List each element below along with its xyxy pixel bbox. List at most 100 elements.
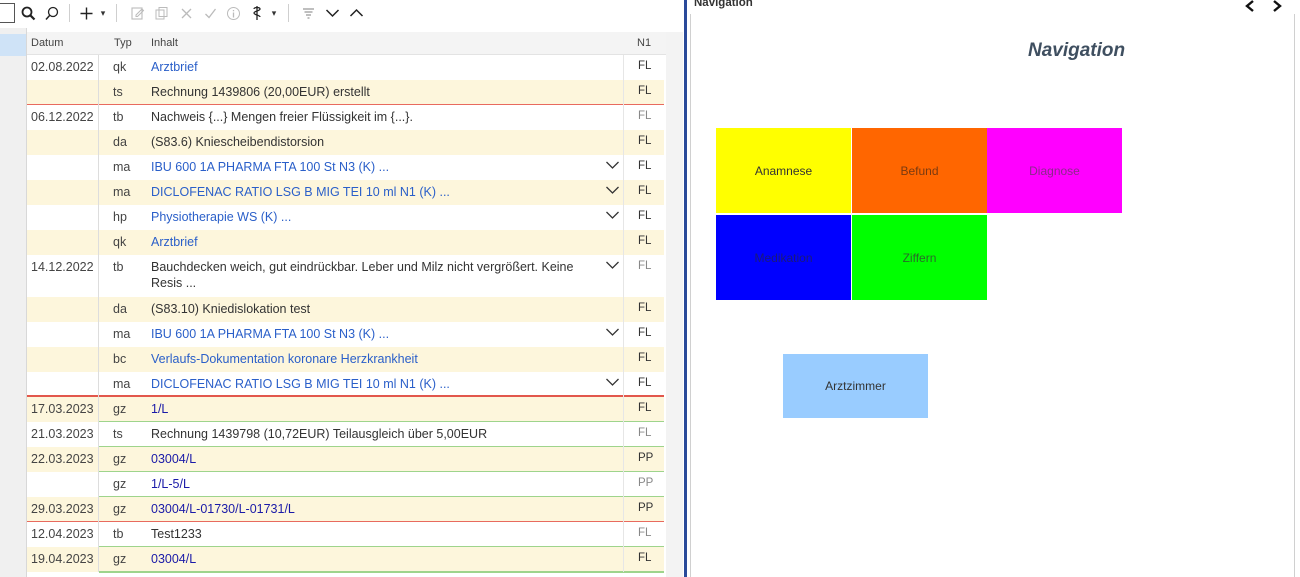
table-row[interactable]: 29.03.2023 gz 03004/L-01730/L-01731/L PP (27, 497, 664, 522)
cell-datum: 06.12.2022 (31, 110, 94, 124)
table-row[interactable]: ma IBU 600 1A PHARMA FTA 100 St N3 (K) ..… (27, 322, 664, 347)
table-row[interactable]: 14.12.2022 tb Bauchdecken weich, gut eindr… (27, 255, 664, 297)
table-row[interactable]: ma DICLOFENAC RATIO LSG B MIG TEI 10 ml N… (27, 180, 664, 205)
chevron-down-icon[interactable] (323, 4, 341, 22)
cell-inhalt[interactable]: DICLOFENAC RATIO LSG B MIG TEI 10 ml N1 … (151, 184, 606, 200)
table-row[interactable]: 17.03.2023 gz 1/L FL (27, 397, 664, 422)
table-row[interactable]: hp Physiotherapie WS (K) ... FL (27, 205, 664, 230)
cell-inhalt: 1/L (151, 402, 169, 416)
cell-inhalt: (S83.6) Kniescheibendistorsion (151, 135, 325, 149)
toolbar-separator (288, 4, 289, 22)
cell-n1: FL (638, 552, 652, 564)
cell-typ: ma (113, 160, 131, 174)
search-alt-icon[interactable] (43, 4, 61, 22)
tile-anamnese[interactable]: Anamnese (716, 128, 851, 213)
cell-inhalt: 03004/L (151, 452, 197, 466)
panel-divider[interactable] (684, 0, 687, 577)
table-row[interactable]: da (S83.6) Kniescheibendistorsion FL (27, 130, 664, 155)
tile-arztzimmer[interactable]: Arztzimmer (783, 354, 928, 418)
table-row[interactable]: ma IBU 600 1A PHARMA FTA 100 St N3 (K) ..… (27, 155, 664, 180)
cell-typ: da (113, 302, 127, 316)
cell-n1: FL (638, 60, 652, 72)
cell-inhalt[interactable]: DICLOFENAC RATIO LSG B MIG TEI 10 ml N1 … (151, 376, 606, 392)
cell-inhalt: Nachweis {...} Mengen freier Flüssigkeit… (151, 110, 413, 124)
cell-inhalt[interactable]: IBU 600 1A PHARMA FTA 100 St N3 (K) ... (151, 159, 606, 175)
delete-icon[interactable] (177, 4, 195, 22)
document-grid: Datum Typ Inhalt N1 02.08.2022 qk Arztbrie… (27, 32, 666, 577)
table-row[interactable]: 21.03.2023 ts Rechnung 1439798 (10,72EUR) … (27, 422, 664, 447)
tile-diagnose[interactable]: Diagnose (987, 128, 1122, 213)
cell-n1: PP (638, 502, 654, 514)
expand-chevron-icon[interactable] (605, 326, 620, 340)
cell-typ: gz (113, 502, 127, 516)
expand-chevron-icon[interactable] (605, 376, 620, 390)
table-row[interactable]: 22.03.2023 gz 03004/L PP (27, 447, 664, 472)
cell-datum: 21.03.2023 (31, 427, 94, 441)
column-header-n1[interactable]: N1 (637, 37, 651, 49)
table-row[interactable]: ma DICLOFENAC RATIO LSG B MIG TEI 10 ml N… (27, 372, 664, 397)
table-row[interactable]: 06.12.2022 tb Nachweis {...} Mengen freier… (27, 105, 664, 130)
sign-icon[interactable] (248, 4, 266, 22)
cell-n1: FL (638, 185, 652, 197)
table-row[interactable]: 02.08.2022 qk Arztbrief FL (27, 55, 664, 80)
dropdown-icon[interactable]: ▾ (97, 4, 109, 22)
cell-typ: ma (113, 377, 131, 391)
table-row[interactable]: 12.04.2023 tb Test1233 FL (27, 522, 664, 547)
check-icon[interactable] (201, 4, 219, 22)
cell-inhalt[interactable]: Verlaufs-Dokumentation koronare Herzkran… (151, 351, 606, 367)
tile-medikation[interactable]: Medikation (716, 215, 851, 300)
cell-n1: FL (638, 327, 652, 339)
quick-input[interactable] (0, 3, 15, 23)
expand-chevron-icon[interactable] (605, 209, 620, 223)
cell-inhalt: Test1233 (151, 527, 202, 541)
table-row[interactable]: gz 1/L-5/L PP (27, 472, 664, 497)
document-list-panel: ▾ ▾ Datum Typ Inhalt N1 02.08.2022 qk Ar… (0, 0, 684, 577)
column-header-inhalt[interactable]: Inhalt (151, 37, 178, 49)
info-icon[interactable] (224, 4, 242, 22)
cell-inhalt[interactable]: Arztbrief (151, 234, 606, 250)
cell-n1: FL (638, 427, 652, 439)
cell-typ: gz (113, 402, 127, 416)
tile-ziffern[interactable]: Ziffern (852, 215, 987, 300)
vertical-scrollbar[interactable] (666, 32, 683, 577)
toolbar-separator (116, 4, 117, 22)
toolbar-separator (69, 4, 70, 22)
chevron-up-icon[interactable] (347, 4, 365, 22)
expand-chevron-icon[interactable] (605, 259, 620, 273)
cell-inhalt[interactable]: IBU 600 1A PHARMA FTA 100 St N3 (K) ... (151, 326, 606, 342)
cell-inhalt[interactable]: Physiotherapie WS (K) ... (151, 209, 606, 225)
search-icon[interactable] (19, 4, 37, 22)
cell-n1: FL (638, 260, 652, 272)
cell-typ: qk (113, 60, 127, 74)
table-row[interactable]: 19.04.2023 gz 03004/L FL (27, 547, 664, 572)
column-header-typ[interactable]: Typ (114, 37, 132, 49)
filter-icon[interactable] (299, 4, 317, 22)
table-row[interactable]: qk Arztbrief FL (27, 230, 664, 255)
cell-datum: 22.03.2023 (31, 452, 94, 466)
cell-n1: FL (638, 352, 652, 364)
cell-typ: hp (113, 210, 127, 224)
dropdown-icon[interactable]: ▾ (268, 4, 280, 22)
cell-n1: FL (638, 210, 652, 222)
table-row[interactable]: bc Verlaufs-Dokumentation koronare Herzkr… (27, 347, 664, 372)
add-icon[interactable] (77, 4, 95, 22)
copy-icon[interactable] (152, 4, 170, 22)
cell-inhalt: (S83.10) Kniedislokation test (151, 302, 311, 316)
expand-chevron-icon[interactable] (605, 159, 620, 173)
cell-typ: ma (113, 185, 131, 199)
cell-inhalt[interactable]: Arztbrief (151, 59, 606, 75)
cell-n1: FL (638, 527, 652, 539)
edit-doc-icon[interactable] (128, 4, 146, 22)
table-row[interactable]: ts Rechnung 1439806 (20,00EUR) erstellt FL (27, 80, 664, 105)
nav-forward-icon[interactable] (1271, 0, 1283, 18)
column-divider (98, 55, 99, 572)
cell-n1: FL (638, 402, 652, 414)
cell-inhalt: Rechnung 1439806 (20,00EUR) erstellt (151, 85, 370, 99)
column-header-datum[interactable]: Datum (31, 37, 63, 49)
panel-caption: Navigation (694, 0, 753, 9)
cell-datum: 29.03.2023 (31, 502, 94, 516)
expand-chevron-icon[interactable] (605, 184, 620, 198)
nav-back-icon[interactable] (1244, 0, 1256, 18)
table-row[interactable]: da (S83.10) Kniedislokation test FL (27, 297, 664, 322)
tile-befund[interactable]: Befund (852, 128, 987, 213)
